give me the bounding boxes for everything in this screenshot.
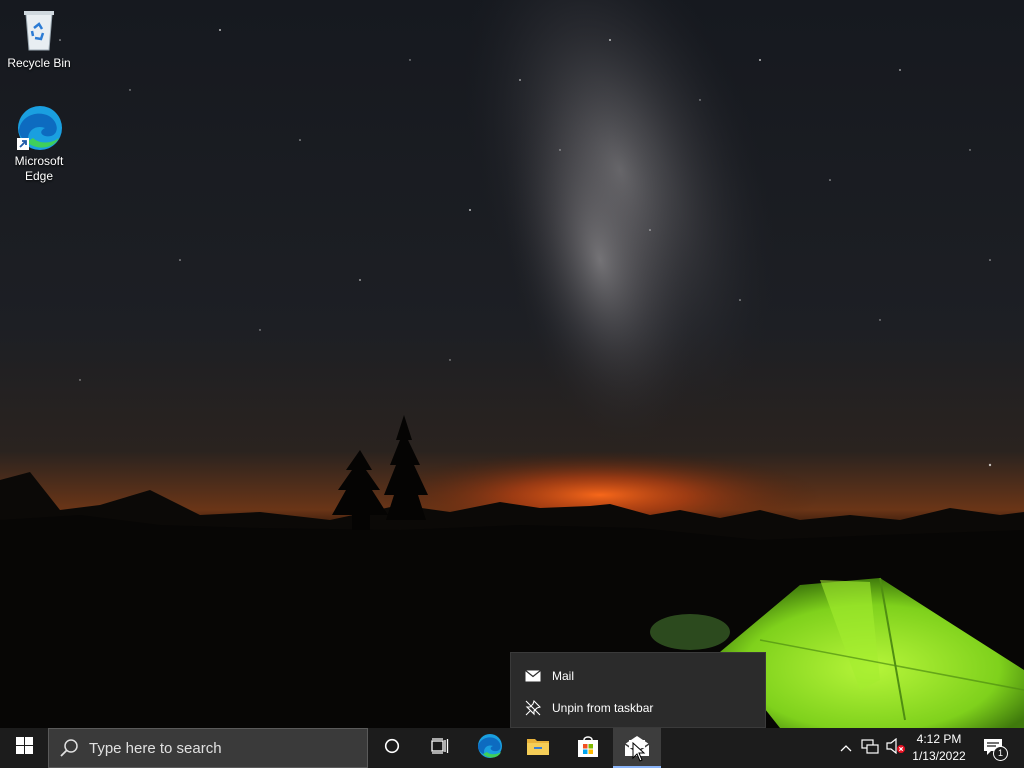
search-placeholder: Type here to search: [89, 739, 222, 757]
unpin-icon: [523, 700, 543, 716]
microsoft-edge-label: Microsoft Edge: [14, 154, 64, 183]
taskbar-store-button[interactable]: [564, 728, 612, 768]
recycle-bin-label: Recycle Bin: [7, 56, 71, 70]
mail-jump-list: Mail Unpin from taskbar: [510, 652, 766, 728]
task-view-icon: [431, 737, 449, 759]
show-hidden-icons-button[interactable]: [836, 728, 856, 768]
network-wired-icon: [861, 738, 879, 759]
taskbar-clock[interactable]: 4:12 PM 1/13/2022: [908, 728, 970, 768]
jumplist-item-unpin[interactable]: Unpin from taskbar: [511, 693, 765, 723]
taskbar-file-explorer-button[interactable]: [514, 728, 562, 768]
clock-time: 4:12 PM: [916, 732, 962, 746]
chevron-up-icon: [840, 739, 852, 757]
network-button[interactable]: [858, 728, 882, 768]
notification-count-badge: 1: [993, 746, 1008, 761]
search-icon: [59, 738, 79, 758]
taskbar-edge-button[interactable]: [466, 728, 514, 768]
action-center-button[interactable]: 1: [976, 728, 1012, 768]
clock-date: 1/13/2022: [912, 749, 966, 763]
task-view-button[interactable]: [416, 728, 464, 768]
desktop-wallpaper: [0, 0, 1024, 728]
windows-logo-icon: [15, 737, 33, 759]
recycle-bin-desktop-icon[interactable]: Recycle Bin: [1, 6, 77, 71]
store-icon: [576, 734, 600, 763]
notifications-icon: 1: [983, 738, 1008, 761]
taskbar-search-box[interactable]: Type here to search: [48, 728, 368, 768]
cortana-circle-icon: [384, 738, 400, 759]
folder-icon: [526, 736, 550, 761]
cortana-button[interactable]: [368, 728, 416, 768]
jumplist-item-label: Mail: [552, 669, 575, 683]
mail-icon: [523, 668, 543, 684]
recycle-bin-icon: [15, 6, 63, 54]
start-button[interactable]: [0, 728, 48, 768]
microsoft-edge-desktop-icon[interactable]: Microsoft Edge: [1, 104, 77, 184]
edge-icon: [477, 733, 503, 764]
jumplist-item-label: Unpin from taskbar: [552, 701, 654, 715]
taskbar: Type here to search 4:12 PM 1/13/2022 1: [0, 728, 1024, 768]
edge-icon: [15, 104, 63, 152]
volume-muted-icon: [886, 737, 906, 759]
mouse-cursor-icon: [632, 741, 646, 767]
taskbar-mail-button[interactable]: [613, 728, 661, 768]
volume-button[interactable]: [884, 728, 908, 768]
jumplist-item-mail[interactable]: Mail: [511, 661, 765, 691]
